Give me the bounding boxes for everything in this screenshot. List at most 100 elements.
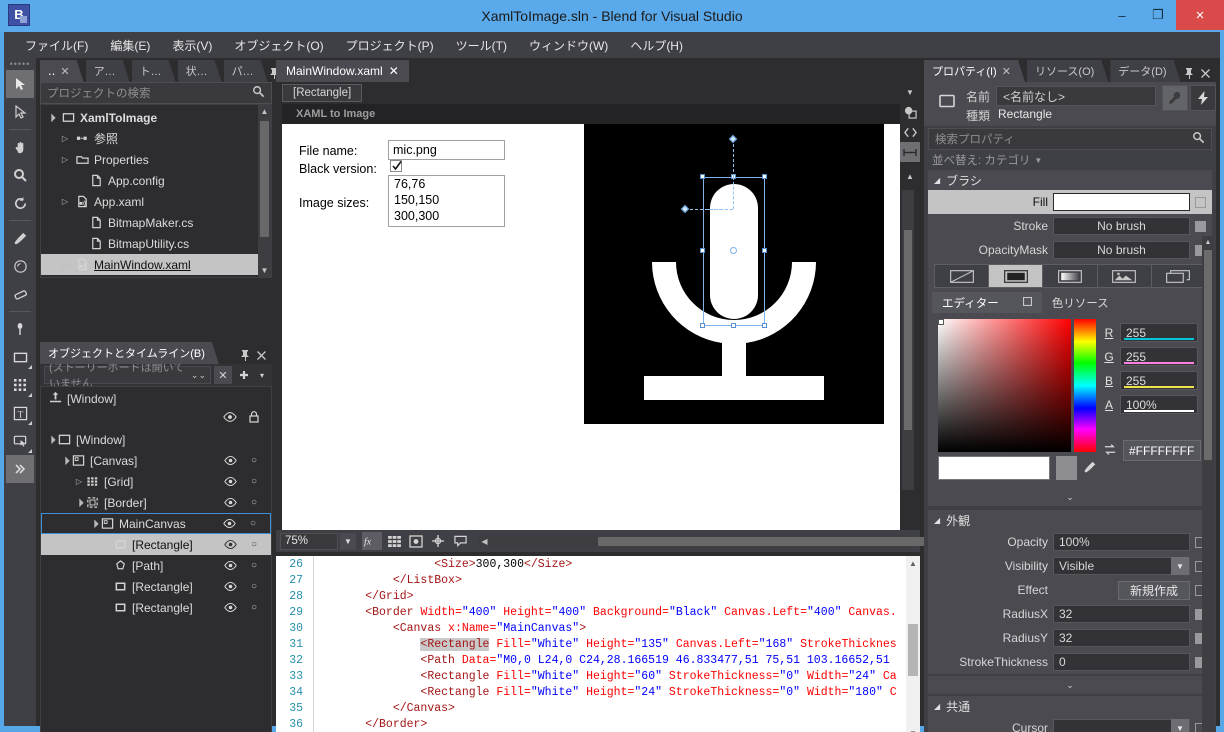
split-view-icon[interactable] xyxy=(900,142,920,162)
appearance-visibility-field[interactable]: Visible ▼ xyxy=(1053,557,1190,575)
properties-tab-3[interactable]: データ(D) xyxy=(1110,60,1180,82)
object-tree-item-9[interactable]: [Rectangle] ○ xyxy=(41,597,271,618)
advanced-options-marker[interactable] xyxy=(1195,220,1206,232)
lock-toggle-icon[interactable]: ○ xyxy=(249,476,259,487)
maximize-button[interactable]: ❐ xyxy=(1140,0,1176,30)
resize-handle-se[interactable] xyxy=(762,323,767,328)
scroll-thumb[interactable] xyxy=(904,230,912,430)
project-tab-5[interactable]: パ… xyxy=(224,60,268,82)
tab-color-editor[interactable]: エディター xyxy=(932,292,1042,313)
snap-to-gridlines-button[interactable] xyxy=(406,532,426,550)
transform-origin-marker[interactable] xyxy=(730,247,737,254)
tab-objects-timeline[interactable]: オブジェクトとタイムライン(B) xyxy=(40,342,219,364)
close-icon[interactable]: ✕ xyxy=(60,65,69,78)
resize-handle-sw[interactable] xyxy=(700,323,705,328)
common-cursor-field[interactable]: ▼ xyxy=(1053,719,1190,732)
direct-selection-tool[interactable] xyxy=(6,98,34,126)
expander-right-icon[interactable]: ▷ xyxy=(73,477,85,486)
project-tab-1[interactable]: ‥ ✕ xyxy=(40,60,84,82)
assets-tool[interactable] xyxy=(6,455,34,483)
expander-right-icon[interactable]: ▷ xyxy=(59,134,71,143)
object-tree-item-4[interactable]: ◢ [Border] ○ xyxy=(41,492,271,513)
channel-slider[interactable] xyxy=(1124,362,1194,364)
microphone-artwork[interactable] xyxy=(584,124,884,424)
object-tree-item-2[interactable]: ◢ [Canvas] ○ xyxy=(41,450,271,471)
project-tree-item-8[interactable]: ▷ MainWindow.xaml xyxy=(41,254,271,275)
effects-fx-button[interactable]: fx xyxy=(362,532,382,550)
storyboard-close-button[interactable]: ✕ xyxy=(214,366,232,384)
properties-tab-2[interactable]: リソース(O) xyxy=(1027,60,1108,82)
advanced-options-marker[interactable] xyxy=(1195,196,1206,208)
project-tree-item-6[interactable]: BitmapMaker.cs xyxy=(41,212,271,233)
paint-bucket-tool[interactable] xyxy=(6,252,34,280)
pen-tool[interactable] xyxy=(6,315,34,343)
tile-brush-icon[interactable] xyxy=(1097,265,1152,287)
resize-handle-nw[interactable] xyxy=(700,174,705,179)
visibility-toggle-icon[interactable] xyxy=(223,580,237,594)
color-picker-cursor[interactable] xyxy=(938,319,944,325)
visibility-toggle-icon[interactable] xyxy=(223,559,237,573)
channel-slider[interactable] xyxy=(1124,410,1194,412)
expander-down-icon[interactable]: ◢ xyxy=(44,110,59,125)
black-version-checkbox[interactable] xyxy=(390,160,402,172)
scroll-thumb[interactable] xyxy=(1204,250,1212,460)
properties-sort-selector[interactable]: 並べ替え: カテゴリ ▼ xyxy=(924,150,1216,170)
collapse-arrow-icon[interactable]: ◢ xyxy=(934,702,940,711)
zoom-tool[interactable] xyxy=(6,161,34,189)
code-line[interactable]: 32 <Path Data="M0,0 L24,0 C24,28.166519 … xyxy=(276,652,906,668)
lock-toggle-icon[interactable]: ○ xyxy=(249,602,259,613)
tab-mainwindow-xaml[interactable]: MainWindow.xaml ✕ xyxy=(276,60,409,82)
appearance-opacity-field[interactable]: 100% xyxy=(1053,533,1190,551)
storyboard-more-button[interactable]: ▾ xyxy=(256,366,268,384)
channel-slider[interactable] xyxy=(1124,386,1194,388)
lock-toggle-icon[interactable]: ○ xyxy=(249,455,259,466)
code-line[interactable]: 28 </Grid> xyxy=(276,588,906,604)
object-tree-item-3[interactable]: ▷ [Grid] ○ xyxy=(41,471,271,492)
object-tree-item-5[interactable]: ◢ MainCanvas ○ xyxy=(41,513,271,534)
show-grid-button[interactable] xyxy=(384,532,404,550)
solid-color-brush-icon[interactable] xyxy=(989,265,1044,287)
collapse-arrow-icon[interactable]: ◢ xyxy=(934,176,940,185)
storyboard-add-button[interactable]: ✚ xyxy=(235,366,253,384)
scroll-thumb[interactable] xyxy=(260,121,269,237)
lock-toggle-icon[interactable]: ○ xyxy=(249,497,259,508)
alpha-channel-input[interactable]: 100% xyxy=(1120,395,1198,414)
properties-scrollbar[interactable]: ▲ ▼ xyxy=(1202,236,1214,732)
snap-to-snaplines-button[interactable] xyxy=(428,532,448,550)
visibility-toggle-icon[interactable] xyxy=(222,517,236,531)
minimize-button[interactable]: – xyxy=(1104,0,1140,30)
scroll-up-arrow-icon[interactable]: ▲ xyxy=(258,105,271,118)
project-tab-4[interactable]: 状… xyxy=(178,60,222,82)
appearance-section-header[interactable]: ◢ 外観 xyxy=(928,510,1212,530)
brush-resource-icon[interactable] xyxy=(1151,265,1206,287)
expander-right-icon[interactable]: ▷ xyxy=(59,155,71,164)
scroll-down-arrow-icon[interactable]: ▼ xyxy=(906,726,920,732)
menu-item-2[interactable]: 編集(E) xyxy=(99,34,161,57)
properties-search-input[interactable]: 検索プロパティ xyxy=(928,128,1212,150)
code-line[interactable]: 26 <Size>300,300</Size> xyxy=(276,556,906,572)
lock-toggle-icon[interactable]: ○ xyxy=(248,518,258,529)
visibility-toggle-icon[interactable] xyxy=(223,475,237,489)
close-icon[interactable]: ✕ xyxy=(389,64,399,78)
element-name-input[interactable]: <名前なし> xyxy=(996,86,1156,106)
resize-handle-s[interactable] xyxy=(731,323,736,328)
menu-item-4[interactable]: オブジェクト(O) xyxy=(223,34,334,57)
pin-icon[interactable] xyxy=(1185,68,1194,82)
grid-tool[interactable] xyxy=(6,371,34,399)
brush-section-header[interactable]: ◢ ブラシ xyxy=(928,170,1212,190)
scroll-left-arrow-icon[interactable]: ◀ xyxy=(478,537,491,546)
close-icon[interactable]: ✕ xyxy=(1002,65,1011,78)
eyedropper-tool[interactable] xyxy=(6,224,34,252)
code-line[interactable]: 35 </Canvas> xyxy=(276,700,906,716)
object-tree-item-7[interactable]: [Path] ○ xyxy=(41,555,271,576)
lightning-icon[interactable] xyxy=(1190,85,1216,111)
appearance-section-collapser[interactable]: ⌄ xyxy=(928,676,1212,694)
designer-horizontal-scrollbar[interactable]: ◀ ▶ xyxy=(478,534,928,548)
current-color-swatch[interactable] xyxy=(938,456,1050,480)
tab-color-resources[interactable]: 色リソース xyxy=(1041,292,1179,313)
object-tree-item-8[interactable]: [Rectangle] ○ xyxy=(41,576,271,597)
designer-toolbar-expander[interactable]: ▼ xyxy=(900,82,920,102)
close-button[interactable]: × xyxy=(1176,0,1224,30)
breadcrumb-item-rectangle[interactable]: [Rectangle] xyxy=(282,84,363,102)
lock-toggle-icon[interactable]: ○ xyxy=(249,560,259,571)
